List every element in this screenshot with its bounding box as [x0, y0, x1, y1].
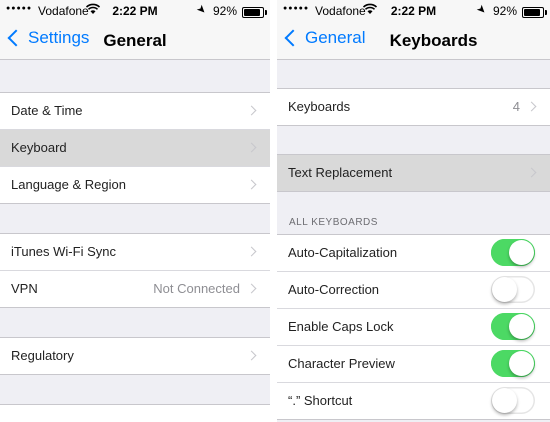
character-preview-toggle[interactable] [491, 350, 535, 377]
battery-icon [522, 7, 547, 18]
toggle-knob [492, 388, 517, 413]
chevron-right-icon [246, 246, 257, 257]
battery-percent: 92% [212, 4, 237, 18]
chevron-right-icon [246, 142, 257, 153]
auto-correction-toggle[interactable] [491, 276, 535, 303]
row-character-preview: Character Preview [277, 346, 550, 383]
row-label: Auto-Correction [288, 282, 380, 297]
general-settings-screen: ●●●●● Vodafone 2:22 PM ➤ 92% Settings Ge… [0, 0, 270, 422]
auto-capitalization-toggle[interactable] [491, 239, 535, 266]
back-button-general[interactable]: General [281, 28, 365, 48]
vpn-status-value: Not Connected [153, 281, 240, 296]
row-label: Language & Region [11, 177, 126, 192]
status-bar: ●●●●● Vodafone 2:22 PM ➤ 92% [277, 0, 550, 22]
row-label: Character Preview [288, 356, 395, 371]
row-label: iTunes Wi-Fi Sync [11, 244, 116, 259]
text-replacement-group: Text Replacement [277, 154, 550, 192]
row-auto-correction: Auto-Correction [277, 272, 550, 309]
chevron-right-icon [246, 179, 257, 190]
toggle-knob [492, 277, 517, 302]
back-button-settings[interactable]: Settings [4, 28, 89, 48]
chevron-right-icon [246, 350, 257, 361]
row-vpn[interactable]: VPN Not Connected [0, 271, 270, 307]
row-label: Regulatory [11, 348, 74, 363]
row-period-shortcut: “.” Shortcut [277, 383, 550, 419]
navigation-bar: General Keyboards [277, 22, 550, 60]
settings-group-sync: iTunes Wi-Fi Sync VPN Not Connected [0, 233, 270, 308]
back-button-label: General [305, 28, 366, 47]
row-keyboard[interactable]: Keyboard [0, 130, 270, 167]
enable-caps-lock-toggle[interactable] [491, 313, 535, 340]
toggle-knob [509, 240, 534, 265]
toggle-knob [509, 314, 534, 339]
chevron-left-icon [7, 29, 25, 47]
settings-group-regulatory: Regulatory [0, 337, 270, 375]
row-label: Keyboard [11, 140, 67, 155]
row-auto-capitalization: Auto-Capitalization [277, 235, 550, 272]
row-regulatory[interactable]: Regulatory [0, 338, 270, 374]
chevron-right-icon [246, 105, 257, 116]
period-shortcut-toggle[interactable] [491, 387, 535, 414]
row-label: Text Replacement [288, 165, 393, 180]
row-date-time[interactable]: Date & Time [0, 93, 270, 130]
all-keyboards-group: Auto-Capitalization Auto-Correction Enab… [277, 234, 550, 420]
keyboard-count: 4 [512, 99, 520, 114]
toggle-knob [509, 351, 534, 376]
battery-percent: 92% [492, 4, 517, 18]
keyboards-settings-screen: ●●●●● Vodafone 2:22 PM ➤ 92% General Key… [277, 0, 550, 422]
battery-icon [242, 7, 267, 18]
settings-group-datetime: Date & Time Keyboard Language & Region [0, 92, 270, 204]
keyboards-group: Keyboards 4 [277, 88, 550, 126]
row-label: Date & Time [11, 103, 83, 118]
row-itunes-wifi-sync[interactable]: iTunes Wi-Fi Sync [0, 234, 270, 271]
chevron-left-icon [284, 29, 302, 47]
row-enable-caps-lock: Enable Caps Lock [277, 309, 550, 346]
chevron-right-icon [246, 283, 257, 294]
navigation-bar: Settings General [0, 22, 270, 60]
row-label: VPN [11, 281, 38, 296]
status-bar: ●●●●● Vodafone 2:22 PM ➤ 92% [0, 0, 270, 22]
chevron-right-icon [526, 101, 537, 112]
back-button-label: Settings [28, 28, 90, 47]
row-text-replacement[interactable]: Text Replacement [277, 155, 550, 191]
row-label: Keyboards [288, 99, 351, 114]
row-language-region[interactable]: Language & Region [0, 167, 270, 203]
chevron-right-icon [526, 167, 537, 178]
next-group-edge [0, 404, 270, 422]
row-label: Enable Caps Lock [288, 319, 394, 334]
row-keyboards[interactable]: Keyboards 4 [277, 89, 550, 125]
row-label: Auto-Capitalization [288, 245, 398, 260]
section-header-all-keyboards: ALL KEYBOARDS [289, 217, 378, 228]
row-label: “.” Shortcut [288, 393, 353, 408]
